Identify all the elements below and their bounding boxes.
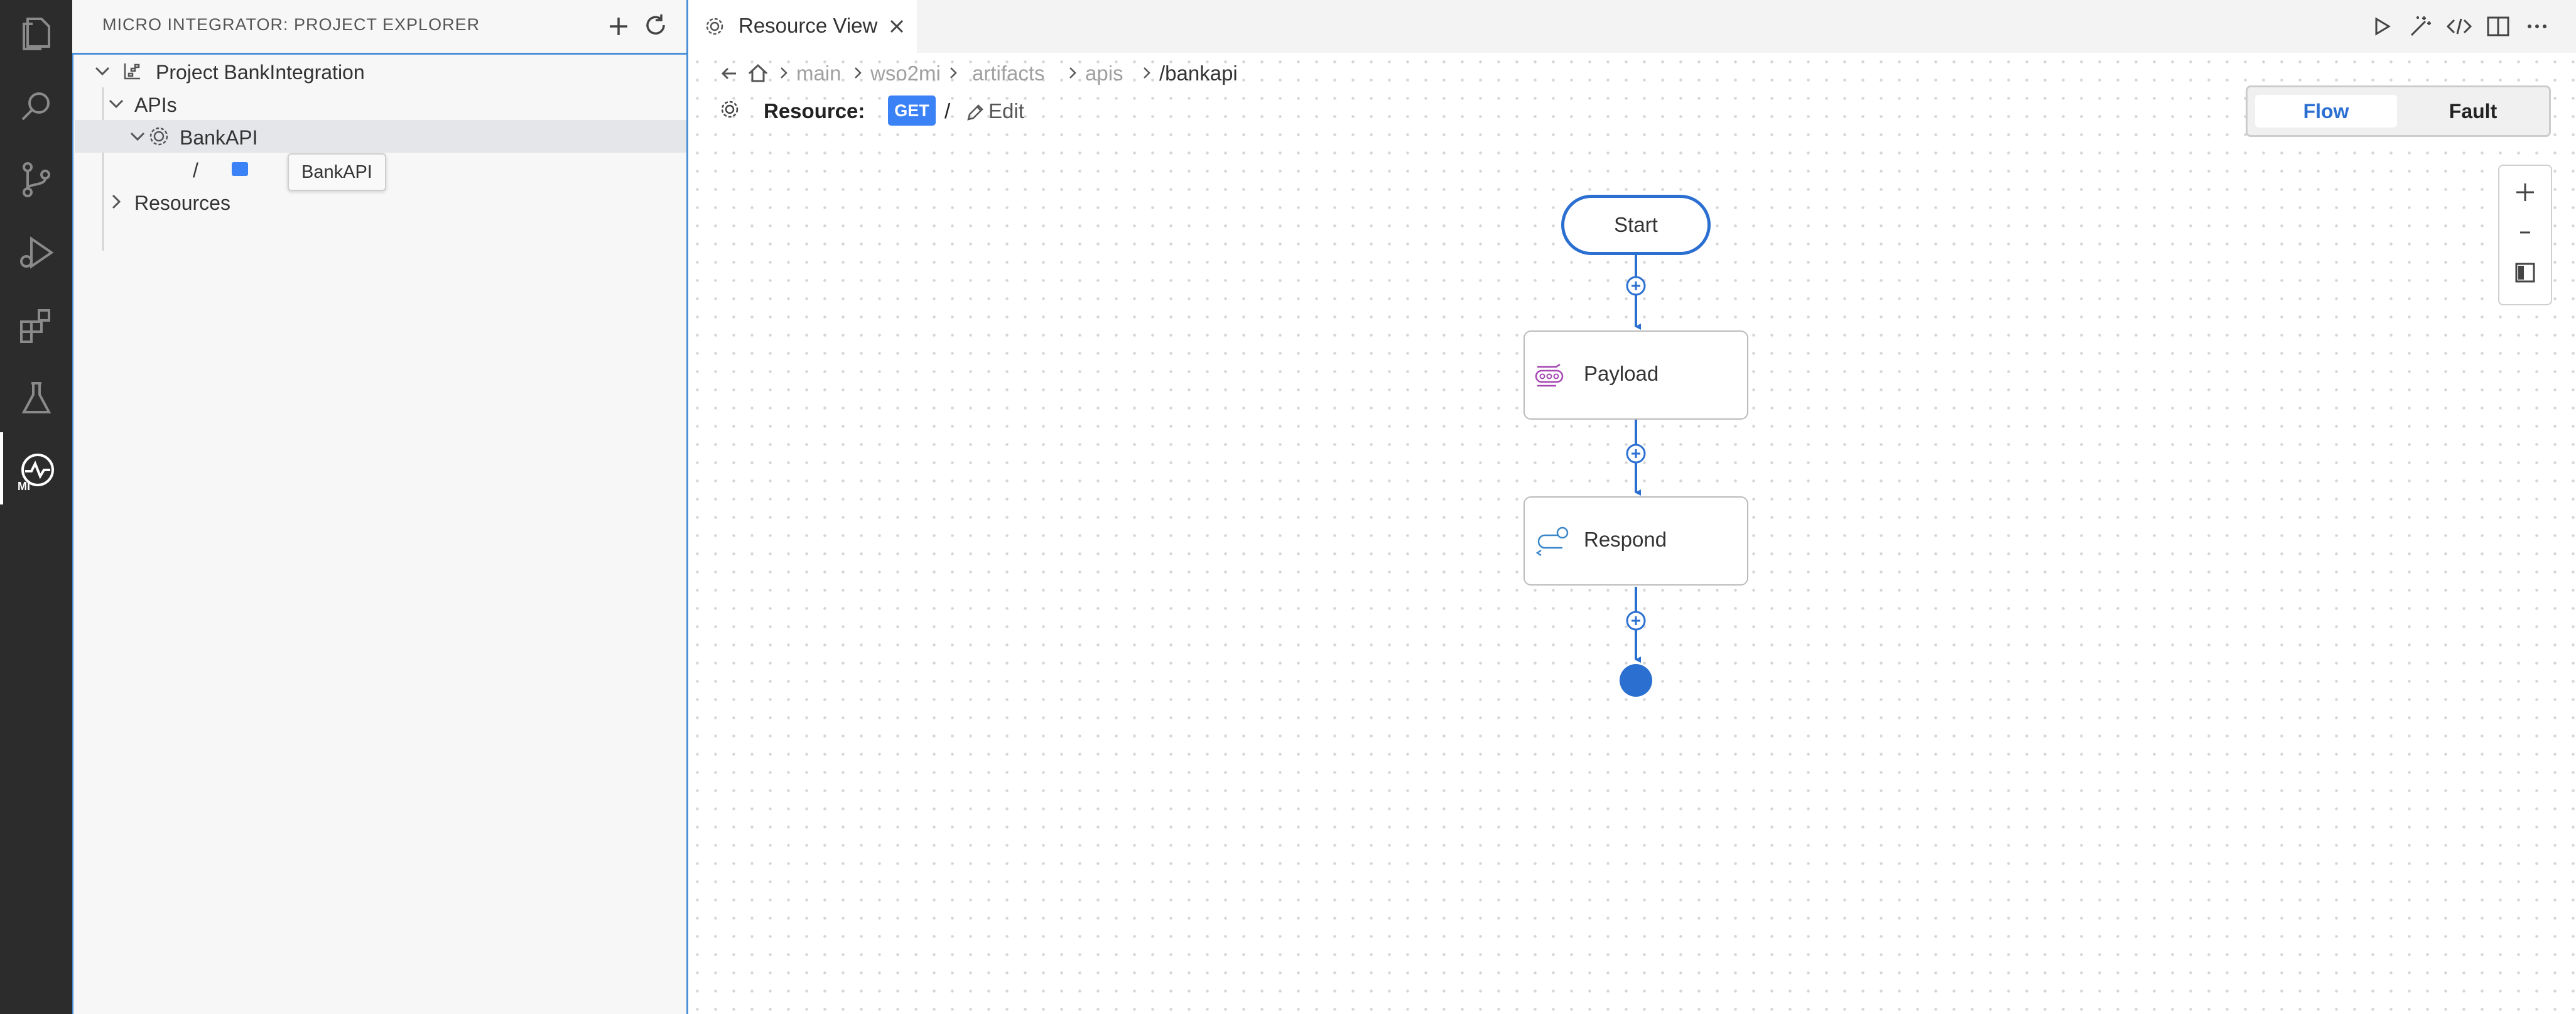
payload-node[interactable]: Payload: [1523, 330, 1748, 420]
start-node[interactable]: Start: [1561, 195, 1711, 255]
payload-label: Payload: [1584, 362, 1659, 385]
editor-tab-bar: Resource View: [688, 0, 2576, 53]
tooltip: BankAPI: [288, 153, 386, 191]
chevron-down-icon[interactable]: [105, 92, 127, 115]
add-icon[interactable]: [603, 11, 634, 41]
extensions-icon[interactable]: [14, 303, 59, 348]
chevron-down-icon[interactable]: [91, 60, 114, 82]
add-mediator-icon[interactable]: [1625, 609, 1647, 632]
add-mediator-icon[interactable]: [1625, 442, 1647, 465]
tree-item-project[interactable]: Project BankIntegration: [75, 55, 686, 87]
active-indicator: [0, 432, 3, 504]
refresh-icon[interactable]: [641, 11, 671, 41]
resource-view-canvas: main wso2mi artifacts apis /bankapi Reso…: [688, 53, 2576, 1014]
run-icon[interactable]: [2366, 11, 2396, 41]
add-mediator-icon[interactable]: [1625, 275, 1647, 297]
sidebar-header: MICRO INTEGRATOR: PROJECT EXPLORER: [72, 0, 686, 53]
respond-node[interactable]: Respond: [1523, 496, 1748, 586]
chevron-right-icon[interactable]: [105, 190, 127, 213]
respond-label: Respond: [1584, 528, 1667, 551]
testing-icon[interactable]: [14, 376, 59, 421]
end-node: [1620, 664, 1652, 697]
activity-bar: MI: [0, 0, 72, 1014]
search-icon[interactable]: [14, 84, 59, 129]
source-control-icon[interactable]: [14, 157, 59, 202]
respond-icon: [1531, 521, 1572, 563]
api-icon: [148, 125, 170, 148]
project-tree: Project BankIntegration APIs BankAPI / R: [72, 53, 688, 1014]
project-icon: [121, 60, 144, 82]
tree-item-bankapi[interactable]: BankAPI: [75, 120, 686, 153]
get-method-mini-icon: [232, 162, 248, 176]
close-icon[interactable]: [884, 14, 909, 39]
tree-label-resource-path: /: [193, 159, 198, 182]
tree-label-apis: APIs: [134, 94, 177, 116]
code-icon[interactable]: [2444, 11, 2474, 41]
more-icon[interactable]: [2522, 11, 2552, 41]
sidebar-title: MICRO INTEGRATOR: PROJECT EXPLORER: [102, 15, 480, 34]
mi-badge-text: MI: [18, 480, 30, 493]
tab-resource-view[interactable]: Resource View: [688, 0, 917, 53]
tree-label-bankapi: BankAPI: [180, 126, 258, 149]
tab-label: Resource View: [739, 14, 878, 37]
tree-label-resources: Resources: [134, 192, 230, 214]
tree-item-apis[interactable]: APIs: [75, 87, 686, 120]
explorer-icon[interactable]: [14, 11, 59, 57]
micro-integrator-icon[interactable]: MI: [14, 449, 59, 494]
resource-view-icon: [703, 15, 726, 38]
wand-icon[interactable]: [2405, 11, 2435, 41]
split-editor-icon[interactable]: [2483, 11, 2513, 41]
chevron-down-icon[interactable]: [126, 125, 149, 148]
tree-label-project: Project BankIntegration: [156, 61, 365, 84]
run-debug-icon[interactable]: [14, 230, 59, 275]
payload-icon: [1531, 356, 1572, 397]
project-explorer-sidebar: MICRO INTEGRATOR: PROJECT EXPLORER Proje…: [72, 0, 753, 1014]
